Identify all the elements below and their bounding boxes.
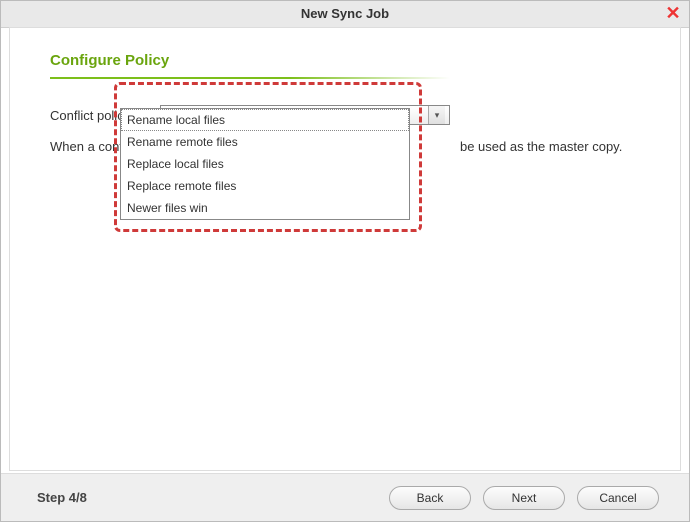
close-icon: ✕ <box>665 3 680 23</box>
dropdown-option[interactable]: Newer files win <box>121 197 409 219</box>
cancel-button[interactable]: Cancel <box>577 486 659 510</box>
back-button[interactable]: Back <box>389 486 471 510</box>
titlebar: New Sync Job ✕ <box>1 1 689 28</box>
dropdown-option[interactable]: Rename remote files <box>121 131 409 153</box>
next-button[interactable]: Next <box>483 486 565 510</box>
dropdown-option[interactable]: Replace local files <box>121 153 409 175</box>
dropdown-option[interactable]: Rename local files <box>121 109 409 131</box>
step-indicator: Step 4/8 <box>37 490 377 505</box>
section-underline <box>50 77 450 79</box>
desc-after: be used as the master copy. <box>460 139 622 154</box>
content-area: Configure Policy Conflict policy: Rename… <box>9 27 681 471</box>
conflict-policy-dropdown[interactable]: Rename local filesRename remote filesRep… <box>120 108 410 220</box>
dialog-window: New Sync Job ✕ Configure Policy Conflict… <box>0 0 690 522</box>
chevron-down-icon: ▾ <box>428 106 445 124</box>
section-heading: Configure Policy <box>50 52 640 69</box>
close-button[interactable]: ✕ <box>663 3 683 23</box>
window-title: New Sync Job <box>301 6 389 21</box>
footer: Step 4/8 Back Next Cancel <box>1 473 689 521</box>
dropdown-option[interactable]: Replace remote files <box>121 175 409 197</box>
